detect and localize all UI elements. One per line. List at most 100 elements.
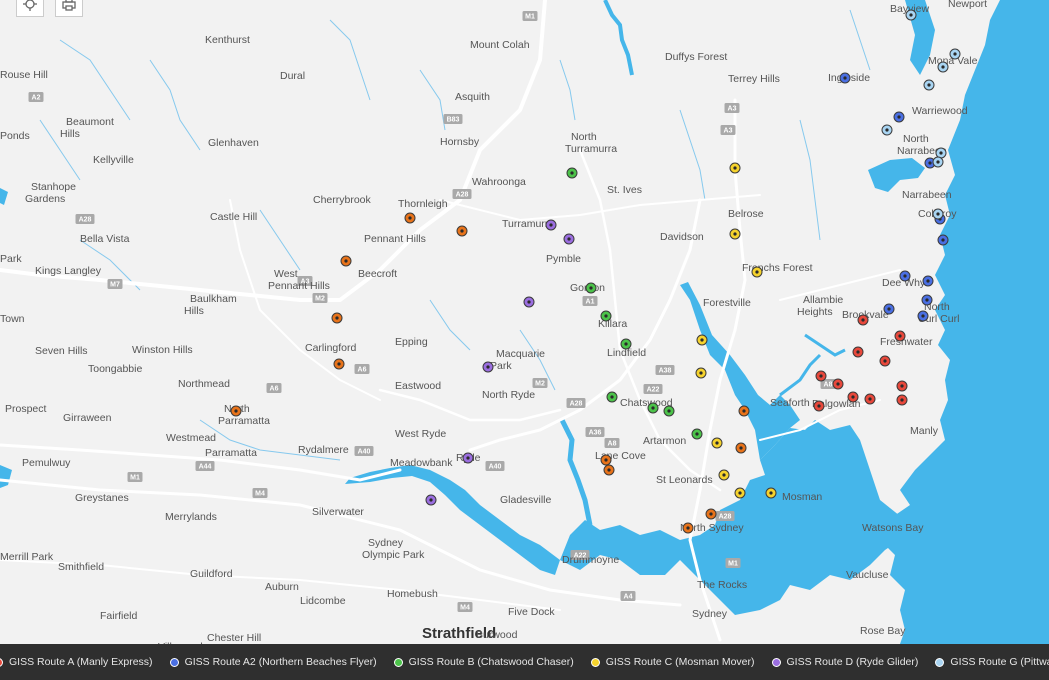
print-button[interactable]: [55, 0, 83, 17]
route-stop-marker[interactable]: [691, 428, 703, 440]
road-shield-label: A1: [586, 299, 595, 306]
route-stop-marker[interactable]: [893, 111, 905, 123]
route-stop-marker[interactable]: [935, 147, 947, 159]
route-stop-marker[interactable]: [896, 380, 908, 392]
route-stop-marker[interactable]: [600, 310, 612, 322]
route-stop-marker[interactable]: [729, 162, 741, 174]
place-label: Belrose: [728, 208, 764, 220]
route-stop-marker[interactable]: [932, 208, 944, 220]
place-label: Silverwater: [312, 506, 364, 518]
route-stop-marker[interactable]: [738, 405, 750, 417]
route-stop-marker[interactable]: [695, 367, 707, 379]
place-label: Glenhaven: [208, 137, 259, 149]
legend-item[interactable]: GISS Route G (Pittwater Express): [935, 656, 1049, 668]
route-stop-marker[interactable]: [230, 405, 242, 417]
route-stop-marker[interactable]: [603, 464, 615, 476]
route-stop-marker[interactable]: [879, 355, 891, 367]
route-stop-marker[interactable]: [425, 494, 437, 506]
route-stop-marker[interactable]: [905, 9, 917, 21]
route-stop-marker[interactable]: [751, 266, 763, 278]
legend-item[interactable]: GISS Route C (Mosman Mover): [590, 656, 755, 668]
legend-label: GISS Route B (Chatswood Chaser): [408, 656, 574, 668]
route-stop-marker[interactable]: [883, 303, 895, 315]
route-stop-marker[interactable]: [663, 405, 675, 417]
route-stop-marker[interactable]: [937, 61, 949, 73]
road-shield: A44: [195, 461, 215, 471]
place-label: Warriewood: [912, 105, 968, 117]
route-stop-marker[interactable]: [682, 522, 694, 534]
route-stop-marker[interactable]: [839, 72, 851, 84]
route-stop-marker[interactable]: [922, 275, 934, 287]
route-stop-marker[interactable]: [545, 219, 557, 231]
route-stop-marker[interactable]: [331, 312, 343, 324]
route-stop-marker[interactable]: [847, 391, 859, 403]
route-stop-marker[interactable]: [585, 282, 597, 294]
place-label: Newport: [948, 0, 987, 10]
legend-label: GISS Route A2 (Northern Beaches Flyer): [184, 656, 377, 668]
road-shield-label: A3: [728, 106, 737, 113]
route-stop-marker[interactable]: [456, 225, 468, 237]
route-stop-marker[interactable]: [815, 370, 827, 382]
route-stop-marker[interactable]: [735, 442, 747, 454]
legend-item[interactable]: GISS Route A (Manly Express): [0, 656, 153, 668]
route-stop-marker[interactable]: [857, 314, 869, 326]
route-stop-marker[interactable]: [523, 296, 535, 308]
route-stop-marker[interactable]: [765, 487, 777, 499]
locate-button[interactable]: [16, 0, 44, 17]
route-stop-marker[interactable]: [566, 167, 578, 179]
route-stop-marker[interactable]: [563, 233, 575, 245]
place-label: Wahroonga: [472, 176, 526, 188]
route-stop-marker[interactable]: [705, 508, 717, 520]
place-label: Burwood: [476, 629, 518, 641]
road-shield-label: A28: [719, 514, 732, 521]
route-stop-marker[interactable]: [864, 393, 876, 405]
road-shield-label: M7: [110, 282, 120, 289]
place-label: Ponds: [0, 130, 30, 142]
route-stop-marker[interactable]: [729, 228, 741, 240]
place-label: Five Dock: [508, 606, 555, 618]
route-stop-marker[interactable]: [462, 452, 474, 464]
route-stop-marker[interactable]: [734, 487, 746, 499]
route-stop-marker[interactable]: [923, 79, 935, 91]
map-canvas[interactable]: M1 A3 A2 B83 A28 M7 M2 A6 A1 A38 A8 A40 M4 A44 M1 A36 A2…: [0, 0, 1049, 680]
route-stop-marker[interactable]: [932, 156, 944, 168]
legend-item[interactable]: GISS Route D (Ryde Glider): [771, 656, 918, 668]
place-label: Meadowbank: [390, 457, 453, 469]
route-stop-marker[interactable]: [340, 255, 352, 267]
route-stop-marker[interactable]: [482, 361, 494, 373]
crosshair-icon: [23, 0, 37, 11]
route-stop-marker[interactable]: [620, 338, 632, 350]
route-stop-marker[interactable]: [404, 212, 416, 224]
route-stop-marker[interactable]: [949, 48, 961, 60]
place-label: St Leonards: [656, 474, 713, 486]
route-stop-marker[interactable]: [881, 124, 893, 136]
route-stop-marker[interactable]: [896, 394, 908, 406]
route-stop-marker[interactable]: [718, 469, 730, 481]
route-stop-marker[interactable]: [813, 400, 825, 412]
road-shield: M2: [532, 378, 548, 388]
route-stop-marker[interactable]: [647, 402, 659, 414]
place-label: Guildford: [190, 568, 233, 580]
legend-item[interactable]: GISS Route A2 (Northern Beaches Flyer): [169, 656, 377, 668]
route-stop-marker[interactable]: [832, 378, 844, 390]
route-stop-marker[interactable]: [921, 294, 933, 306]
route-stop-marker[interactable]: [852, 346, 864, 358]
route-stop-marker[interactable]: [696, 334, 708, 346]
route-stop-marker[interactable]: [711, 437, 723, 449]
route-stop-marker[interactable]: [937, 234, 949, 246]
route-stop-marker[interactable]: [600, 454, 612, 466]
legend-item[interactable]: GISS Route B (Chatswood Chaser): [393, 656, 574, 668]
place-label: Cherrybrook: [313, 194, 372, 206]
route-stop-marker[interactable]: [917, 310, 929, 322]
route-stop-marker[interactable]: [894, 330, 906, 342]
road-shield: A4: [620, 591, 636, 601]
legend-dot: [590, 657, 600, 667]
route-stop-marker[interactable]: [333, 358, 345, 370]
place-label: Gladesville: [500, 494, 552, 506]
road-shield: M4: [252, 488, 268, 498]
route-stop-marker[interactable]: [606, 391, 618, 403]
route-legend: GISS Route A (Manly Express) GISS Route …: [0, 644, 1049, 680]
place-label: Fairfield: [100, 610, 138, 622]
road-shield: A3: [724, 103, 740, 113]
route-stop-marker[interactable]: [899, 270, 911, 282]
